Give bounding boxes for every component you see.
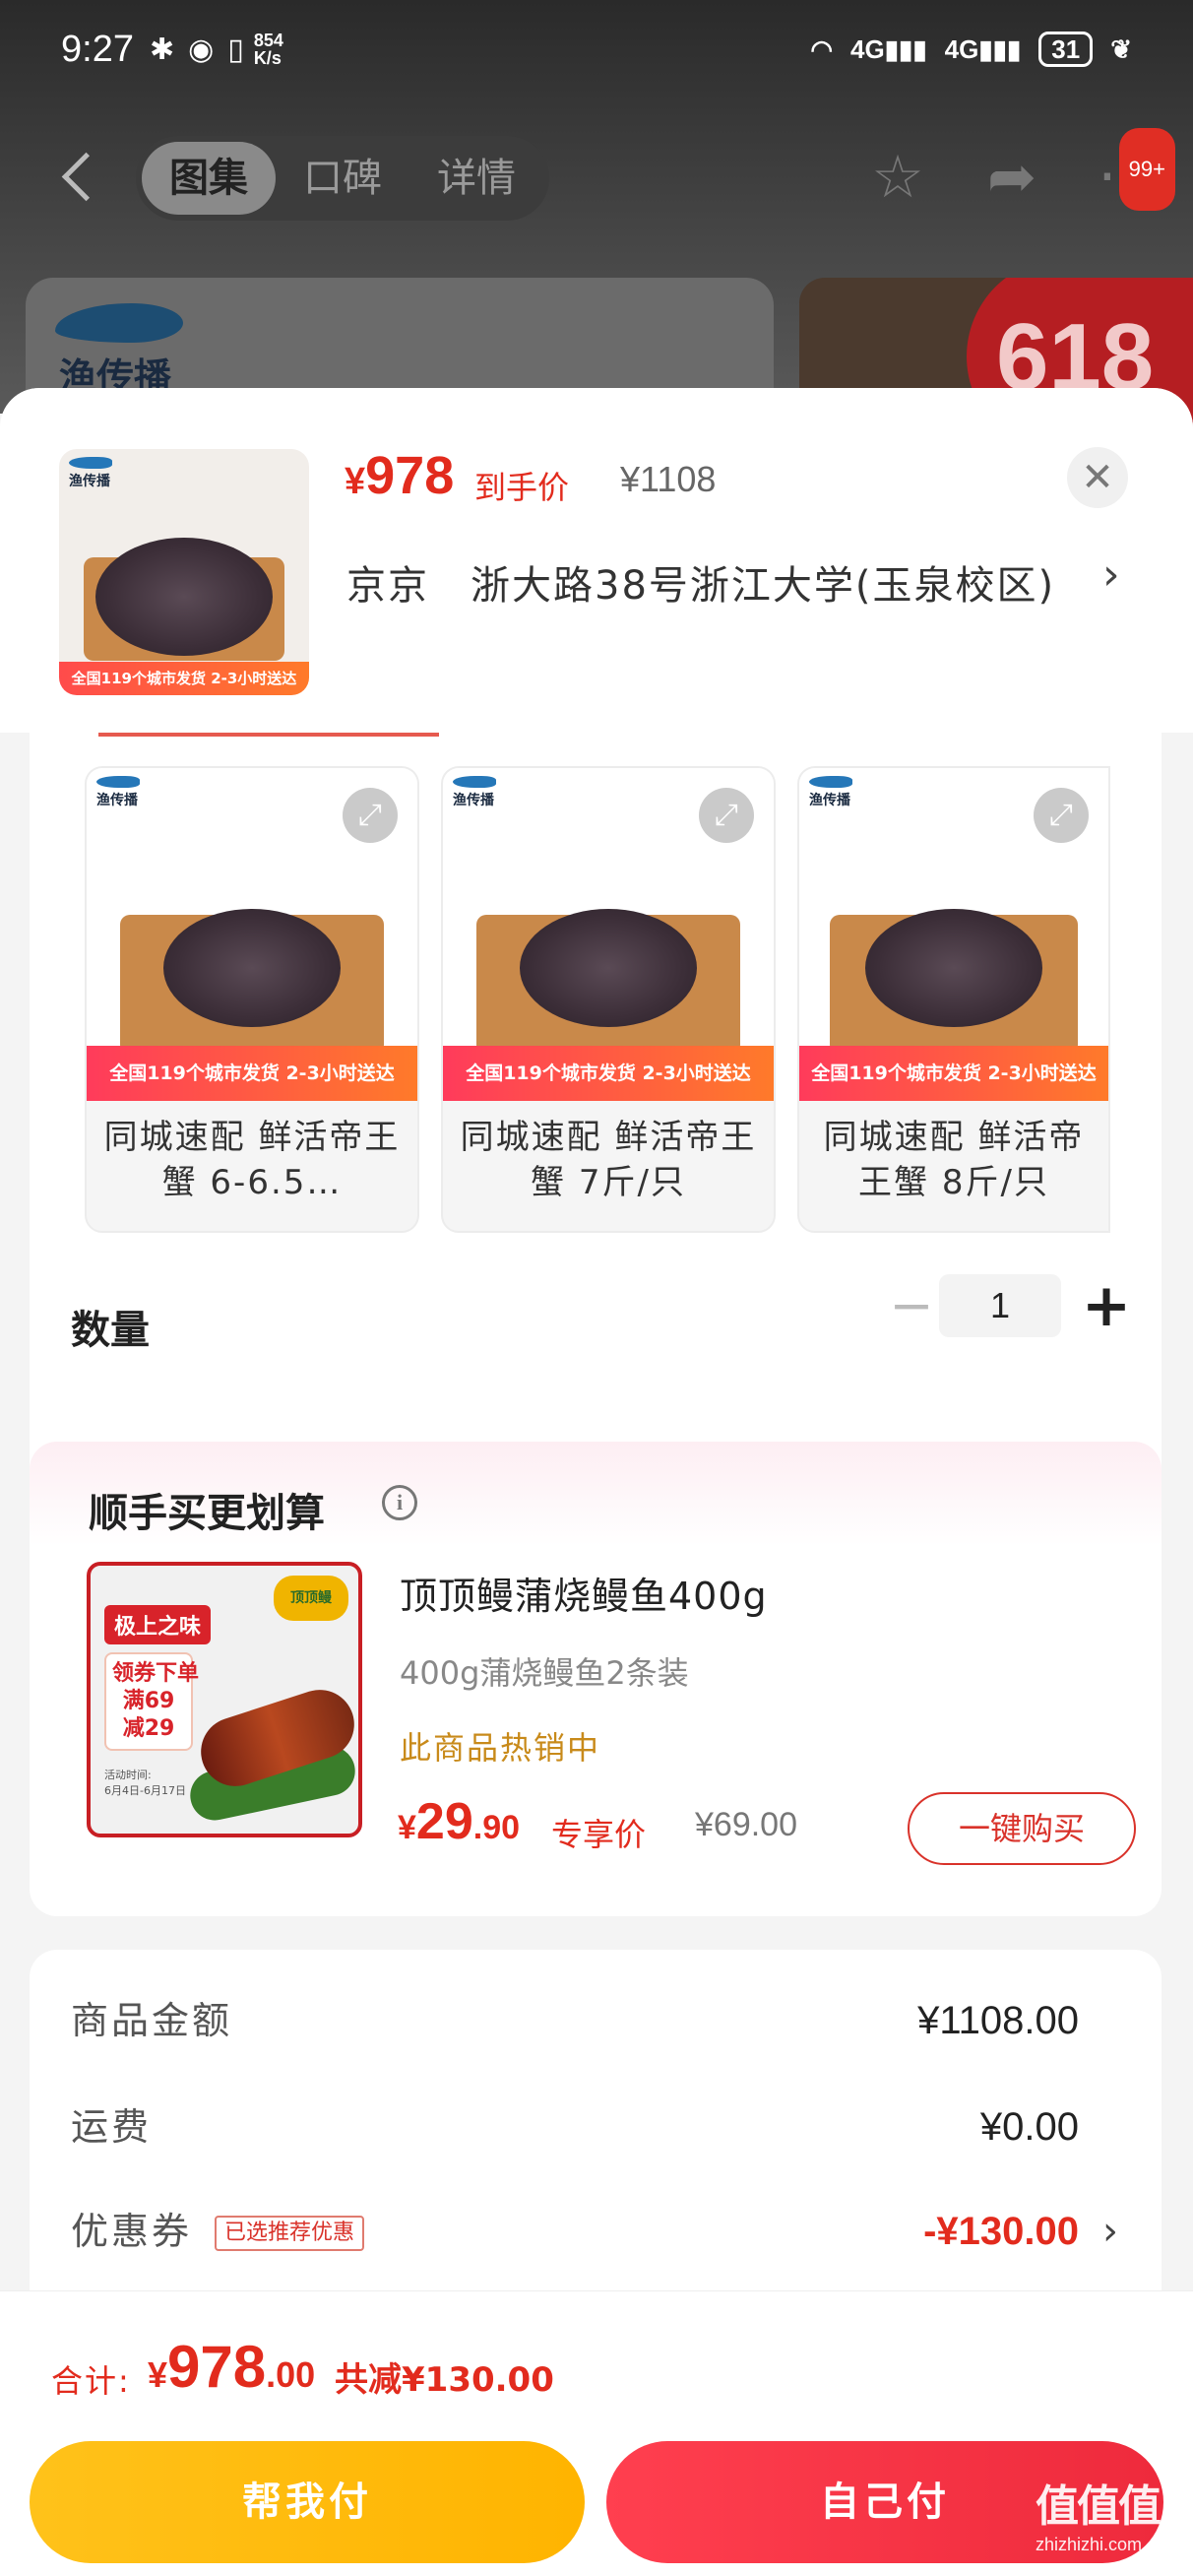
watermark-logo: 值值值: [1036, 2481, 1162, 2532]
selected-indicator: [98, 733, 439, 737]
product-thumbnail[interactable]: 渔传播 全国119个城市发货 2-3小时送达: [59, 449, 309, 695]
upsell-price: ¥29.90: [398, 1793, 521, 1850]
upsell-name[interactable]: 顶顶鳗蒲烧鳗鱼400g: [400, 1566, 768, 1620]
share-icon[interactable]: ➦: [974, 140, 1049, 215]
variant-brand: 渔传播: [96, 776, 140, 809]
status-bar: 9:27 ✱ ◉ ▯ 854 K/s ◠ 4G▮▮▮ 4G▮▮▮ 31 ❦: [0, 0, 1193, 98]
upsell-price-tag: 专享价: [551, 1816, 647, 1853]
battery-icon: 31: [1038, 32, 1094, 67]
help-pay-button[interactable]: 帮我付: [30, 2441, 585, 2563]
checkout-bar: 合计: ¥978.00 共减¥130.00 帮我付 自己付: [0, 2290, 1193, 2576]
variant-title: 同城速配 鲜活帝王蟹 6-6.5…: [103, 1118, 401, 1202]
upsell-desc: 400g蒲烧鳗鱼2条装: [400, 1654, 689, 1692]
signal-icon-2: 4G▮▮▮: [944, 33, 1022, 64]
summary-label: 运费: [71, 2105, 153, 2149]
total-label: 合计:: [51, 2362, 131, 2400]
quantity-label: 数量: [71, 1308, 150, 1353]
delivery-address[interactable]: 京京 浙大路38号浙江大学(玉泉校区): [346, 553, 1055, 611]
crab-image: [95, 538, 273, 656]
location-icon: ◉: [188, 32, 215, 67]
upsell-img-date: 活动时间: 6月4日-6月17日: [104, 1769, 186, 1797]
summary-label: 商品金额: [71, 1999, 233, 2042]
watermark-url: zhizhizhi.com: [1036, 2535, 1143, 2554]
purchase-sheet: 渔传播 全国119个城市发货 2-3小时送达 ¥978 到手价 ¥1108 ✕ …: [0, 388, 1193, 2576]
upsell-title: 顺手买更划算: [89, 1491, 325, 1536]
close-icon[interactable]: ✕: [1067, 447, 1128, 508]
variant-brand: 渔传播: [809, 776, 852, 809]
price-summary: 商品金额 ¥1108.00 运费 ¥0.00 优惠券 已选推荐优惠 -¥130.…: [30, 1950, 1162, 2344]
variant-title: 同城速配 鲜活帝王蟹 7斤/只: [460, 1118, 757, 1202]
tab-details[interactable]: 详情: [409, 142, 543, 215]
expand-icon[interactable]: ⤢: [1034, 788, 1089, 843]
crab-image: [163, 908, 341, 1027]
watermark: 值值值 zhizhizhi.com: [1036, 2479, 1193, 2576]
coupon-value: -¥130.00: [923, 2210, 1079, 2253]
upsell-img-badge: 极上之味: [104, 1605, 212, 1644]
variant-card[interactable]: 渔传播 ⤢ 全国119个城市发货 2-3小时送达 同城速配 鲜活帝王蟹 8斤/只: [797, 766, 1110, 1233]
chevron-right-icon[interactable]: ›: [1102, 549, 1120, 600]
tab-gallery[interactable]: 图集: [142, 142, 276, 215]
summary-label: 优惠券: [71, 2210, 193, 2253]
summary-row-coupon[interactable]: 优惠券 已选推荐优惠 -¥130.00 ›: [71, 2202, 1118, 2261]
upsell-original-price: ¥69.00: [695, 1806, 797, 1843]
upsell-img-deal: 领券下单 满69 减29: [104, 1652, 199, 1751]
summary-row-shipping: 运费 ¥0.00: [71, 2097, 1118, 2157]
tab-bar: 图集 口碑 详情: [136, 136, 549, 221]
star-icon[interactable]: ☆: [860, 140, 935, 215]
summary-value: ¥1108.00: [917, 1999, 1079, 2042]
back-icon[interactable]: [57, 152, 96, 203]
variant-strip: 全国119个城市发货 2-3小时送达: [87, 1046, 417, 1101]
final-price-tag: 到手价: [474, 469, 570, 506]
expand-icon[interactable]: ⤢: [699, 788, 754, 843]
variant-brand: 渔传播: [453, 776, 496, 809]
upsell-image[interactable]: 极上之味 领券下单 满69 减29 活动时间: 6月4日-6月17日 顶顶鳗: [87, 1562, 362, 1837]
chevron-right-icon[interactable]: ›: [1102, 2202, 1118, 2261]
tab-reviews[interactable]: 口碑: [276, 142, 409, 215]
nav-bar: 图集 口碑 详情 ☆ ➦ ··· 99+: [0, 128, 1193, 226]
quantity-input[interactable]: 1: [939, 1274, 1061, 1337]
expand-icon[interactable]: ⤢: [343, 788, 398, 843]
final-price: ¥978: [345, 446, 455, 505]
signal-icon-1: 4G▮▮▮: [850, 33, 927, 64]
upsell-hot: 此商品热销中: [400, 1729, 601, 1767]
network-speed: 854 K/s: [253, 31, 283, 68]
info-icon[interactable]: i: [382, 1485, 417, 1520]
bluetooth-icon: ✱: [149, 32, 175, 67]
more-icon[interactable]: ··· 99+: [1089, 128, 1175, 215]
quantity-minus-button[interactable]: −: [882, 1276, 941, 1335]
total-amount: ¥978.00: [148, 2334, 316, 2400]
wifi-icon: ◠: [810, 33, 834, 64]
variant-title: 同城速配 鲜活帝王蟹 8斤/只: [823, 1118, 1085, 1202]
coupon-tag: 已选推荐优惠: [215, 2216, 365, 2251]
upsell-img-logo: 顶顶鳗: [274, 1576, 348, 1621]
thumb-strip: 全国119个城市发货 2-3小时送达: [59, 662, 309, 695]
thumb-brand: 渔传播: [69, 457, 112, 490]
upsell-card: 顺手买更划算 i 极上之味 领券下单 满69 减29 活动时间: 6月4日-6月…: [30, 1442, 1162, 1916]
quantity-plus-button[interactable]: +: [1077, 1274, 1136, 1337]
status-time: 9:27: [61, 28, 134, 70]
summary-value: ¥0.00: [979, 2105, 1079, 2149]
total-saving: 共减¥130.00: [335, 2360, 554, 2400]
background-page: 9:27 ✱ ◉ ▯ 854 K/s ◠ 4G▮▮▮ 4G▮▮▮ 31 ❦ 图集…: [0, 0, 1193, 435]
variant-card[interactable]: 渔传播 ⤢ 全国119个城市发货 2-3小时送达 同城速配 鲜活帝王蟹 6-6.…: [85, 766, 419, 1233]
sheet-header: 渔传播 全国119个城市发货 2-3小时送达 ¥978 到手价 ¥1108 ✕ …: [0, 388, 1193, 733]
crab-image: [520, 908, 697, 1027]
vibrate-icon: ▯: [227, 32, 244, 67]
crab-image: [865, 908, 1042, 1027]
more-badge: 99+: [1118, 128, 1175, 211]
variant-card[interactable]: 渔传播 ⤢ 全国119个城市发货 2-3小时送达 同城速配 鲜活帝王蟹 7斤/只: [441, 766, 776, 1233]
variant-strip: 全国119个城市发货 2-3小时送达: [443, 1046, 774, 1101]
whale-logo-icon: [55, 303, 183, 343]
original-price: ¥1108: [620, 459, 717, 499]
summary-row-subtotal: 商品金额 ¥1108.00: [71, 1991, 1118, 2050]
variant-strip: 全国119个城市发货 2-3小时送达: [799, 1046, 1108, 1101]
leaf-icon: ❦: [1110, 33, 1132, 64]
quick-buy-button[interactable]: 一键购买: [908, 1792, 1136, 1865]
